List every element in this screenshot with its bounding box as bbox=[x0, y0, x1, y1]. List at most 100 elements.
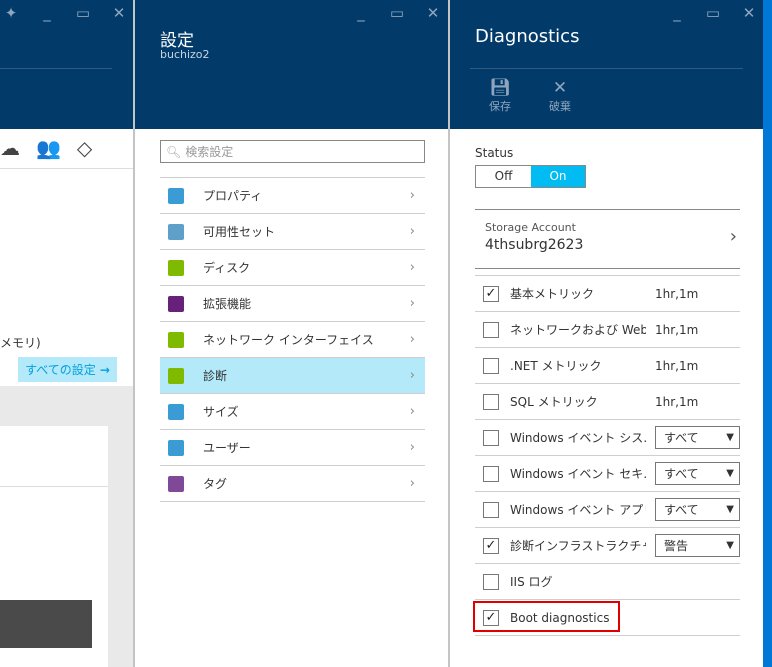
scrollbar[interactable] bbox=[763, 0, 772, 667]
discard-label: 破棄 bbox=[549, 100, 571, 113]
cloud-icon[interactable]: ☁ bbox=[0, 136, 20, 160]
storage-account-row[interactable]: Storage Account 4thsubrg2623 › bbox=[475, 209, 740, 269]
checkbox[interactable] bbox=[483, 393, 499, 410]
search-placeholder: 検索設定 bbox=[185, 145, 234, 159]
row-label: Windows イベント アプリ… bbox=[510, 503, 646, 517]
search-icon: 🔍︎ bbox=[166, 144, 182, 159]
row-label: .NET メトリック bbox=[510, 359, 602, 373]
status-on-option[interactable]: On bbox=[531, 166, 585, 187]
maximize-icon[interactable]: ▭ bbox=[74, 4, 92, 22]
discard-icon: ✕ bbox=[552, 78, 568, 98]
header-divider bbox=[0, 68, 112, 69]
settings-item-label: プロパティ bbox=[203, 189, 263, 203]
minimize-icon[interactable]: _ bbox=[668, 4, 686, 22]
diagnostics-window-controls: _ ▭ ✕ bbox=[668, 4, 758, 22]
availability-set-icon bbox=[168, 223, 184, 240]
all-settings-button[interactable]: すべての設定 → bbox=[18, 357, 117, 382]
blade-title: Diagnostics bbox=[475, 26, 580, 47]
tag-icon[interactable]: ◇ bbox=[77, 136, 92, 160]
settings-item[interactable]: 可用性セット › bbox=[160, 214, 425, 250]
maximize-icon[interactable]: ▭ bbox=[704, 4, 722, 22]
diagnostics-row: IIS ログ bbox=[475, 564, 740, 600]
diagnostics-row: Windows イベント セキ… すべて ▼ bbox=[475, 456, 740, 492]
diagnostics-row: ✓ 診断インフラストラクチャ ログ 警告 ▼ bbox=[475, 528, 740, 564]
minimize-icon[interactable]: _ bbox=[38, 4, 56, 22]
checkbox[interactable] bbox=[483, 429, 499, 446]
checkbox[interactable]: ✓ bbox=[483, 537, 499, 554]
row-label: Windows イベント セキ… bbox=[510, 467, 646, 481]
chevron-right-icon: › bbox=[409, 332, 415, 347]
settings-item[interactable]: ディスク › bbox=[160, 250, 425, 286]
level-select[interactable]: すべて ▼ bbox=[655, 426, 740, 449]
network-interface-icon bbox=[168, 331, 184, 348]
minimize-icon[interactable]: _ bbox=[352, 4, 370, 22]
chevron-down-icon: ▼ bbox=[726, 432, 734, 443]
users-icon bbox=[168, 439, 184, 456]
all-settings-label: すべての設定 bbox=[25, 363, 96, 377]
chevron-right-icon: › bbox=[409, 260, 415, 275]
settings-item-label: ユーザー bbox=[203, 441, 251, 455]
search-input[interactable]: 🔍︎ 検索設定 bbox=[160, 140, 425, 163]
settings-item[interactable]: 診断 › bbox=[160, 358, 425, 394]
storage-label: Storage Account bbox=[485, 221, 576, 234]
status-off-option[interactable]: Off bbox=[476, 166, 531, 187]
chevron-down-icon: ▼ bbox=[726, 504, 734, 515]
status-label: Status bbox=[475, 146, 514, 160]
level-select[interactable]: すべて ▼ bbox=[655, 498, 740, 521]
settings-item[interactable]: ネットワーク インターフェイス › bbox=[160, 322, 425, 358]
row-value: 1hr,1m bbox=[655, 286, 699, 301]
settings-item[interactable]: 拡張機能 › bbox=[160, 286, 425, 322]
divider bbox=[0, 486, 108, 487]
settings-item[interactable]: サイズ › bbox=[160, 394, 425, 430]
save-label: 保存 bbox=[489, 100, 511, 113]
select-value: すべて bbox=[664, 503, 699, 517]
chevron-right-icon: › bbox=[409, 224, 415, 239]
checkbox[interactable] bbox=[483, 465, 499, 482]
discard-button[interactable]: ✕ 破棄 bbox=[546, 78, 574, 114]
partial-text: メモリ) bbox=[0, 336, 41, 350]
level-select[interactable]: すべて ▼ bbox=[655, 462, 740, 485]
checkbox[interactable] bbox=[483, 501, 499, 518]
close-icon[interactable]: ✕ bbox=[424, 4, 442, 22]
settings-item[interactable]: ユーザー › bbox=[160, 430, 425, 466]
close-icon[interactable]: ✕ bbox=[740, 4, 758, 22]
properties-icon bbox=[168, 187, 184, 204]
close-icon[interactable]: ✕ bbox=[110, 4, 128, 22]
settings-item[interactable]: タグ › bbox=[160, 466, 425, 502]
dark-tile bbox=[0, 600, 92, 648]
save-icon: 💾︎ bbox=[489, 78, 511, 98]
settings-item-label: 可用性セット bbox=[203, 225, 276, 239]
checkbox[interactable] bbox=[483, 357, 499, 374]
row-value: 1hr,1m bbox=[655, 394, 699, 409]
chevron-right-icon: › bbox=[409, 440, 415, 455]
pin-icon[interactable]: ✦ bbox=[2, 4, 20, 22]
settings-item-label: 診断 bbox=[203, 369, 228, 383]
divider bbox=[0, 168, 133, 169]
save-button[interactable]: 💾︎ 保存 bbox=[486, 78, 514, 114]
select-value: 警告 bbox=[664, 539, 689, 553]
settings-item-label: ディスク bbox=[203, 261, 251, 275]
diagnostics-row: SQL メトリック 1hr,1m bbox=[475, 384, 740, 420]
diagnostics-row: .NET メトリック 1hr,1m bbox=[475, 348, 740, 384]
row-label: Windows イベント シス… bbox=[510, 431, 646, 445]
chevron-right-icon: › bbox=[409, 188, 415, 203]
disk-icon bbox=[168, 259, 184, 276]
checkbox[interactable] bbox=[483, 573, 499, 590]
maximize-icon[interactable]: ▭ bbox=[388, 4, 406, 22]
diagnostics-row: Windows イベント シス… すべて ▼ bbox=[475, 420, 740, 456]
chevron-right-icon: › bbox=[729, 226, 737, 247]
blade-subtitle: buchizo2 bbox=[160, 48, 210, 61]
content-card bbox=[0, 426, 108, 667]
settings-item[interactable]: プロパティ › bbox=[160, 178, 425, 214]
level-select[interactable]: 警告 ▼ bbox=[655, 534, 740, 557]
checkbox[interactable] bbox=[483, 321, 499, 338]
chevron-down-icon: ▼ bbox=[726, 540, 734, 551]
row-label: ネットワークおよび Web … bbox=[510, 323, 646, 337]
tag-icon bbox=[168, 475, 184, 492]
users-icon[interactable]: 👥 bbox=[36, 136, 61, 160]
checkbox[interactable]: ✓ bbox=[483, 285, 499, 302]
left-window-controls: ✦ _ ▭ ✕ bbox=[2, 4, 128, 22]
chevron-down-icon: ▼ bbox=[726, 468, 734, 479]
status-toggle[interactable]: Off On bbox=[475, 165, 586, 188]
settings-item-label: サイズ bbox=[203, 405, 239, 419]
